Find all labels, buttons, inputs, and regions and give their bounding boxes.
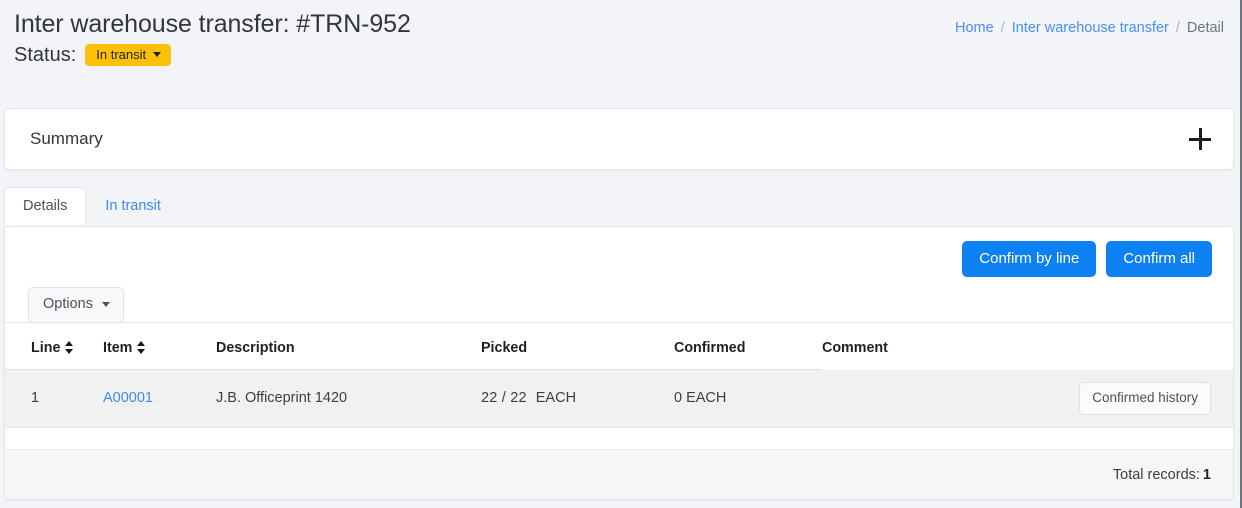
column-header-item[interactable]: Item [103, 323, 216, 370]
column-header-item-label: Item [103, 340, 132, 356]
page-header: Inter warehouse transfer: #TRN-952 Statu… [0, 0, 1240, 92]
confirm-all-button[interactable]: Confirm all [1106, 241, 1212, 277]
column-header-comment: Comment [822, 323, 1233, 370]
total-records-label: Total records: [1113, 467, 1200, 483]
status-row: Status: In transit [14, 44, 1226, 67]
table-header-row: Line Item Description Picked Confirmed C… [5, 323, 1233, 370]
options-wrapper: Options [28, 287, 124, 323]
column-header-picked: Picked [481, 323, 674, 370]
status-badge[interactable]: In transit [85, 44, 171, 66]
cell-picked: 22 / 22 EACH [481, 370, 674, 428]
summary-title: Summary [30, 129, 1189, 149]
panel-toolbar: Confirm by line Confirm all Options [5, 227, 1233, 323]
picked-quantity: 22 / 22 [481, 390, 527, 406]
total-records-value: 1 [1203, 467, 1211, 483]
picked-unit: EACH [536, 390, 576, 406]
app-viewport: Inter warehouse transfer: #TRN-952 Statu… [0, 0, 1242, 508]
breadcrumb-separator: / [1001, 20, 1005, 36]
item-link[interactable]: A00001 [103, 390, 153, 406]
confirm-by-line-button[interactable]: Confirm by line [962, 241, 1096, 277]
cell-description: J.B. Officeprint 1420 [216, 370, 481, 428]
chevron-down-icon [102, 302, 110, 307]
confirmed-history-button[interactable]: Confirmed history [1079, 382, 1211, 415]
plus-icon[interactable] [1189, 128, 1211, 150]
table-row[interactable]: 1 A00001 J.B. Officeprint 1420 22 / 22 EA… [5, 370, 1233, 428]
breadcrumb-item-home[interactable]: Home [955, 20, 994, 36]
status-label: Status: [14, 44, 76, 67]
column-header-line-label: Line [31, 340, 60, 356]
panel-footer: Total records:1 [5, 449, 1233, 499]
breadcrumb-item-section[interactable]: Inter warehouse transfer [1012, 20, 1169, 36]
transfer-lines-table: Line Item Description Picked Confirmed C… [5, 323, 1233, 428]
sort-icon[interactable] [137, 341, 146, 354]
tab-bar: Details In transit [4, 187, 180, 224]
chevron-down-icon [153, 52, 161, 57]
breadcrumb-item-current: Detail [1187, 20, 1224, 36]
details-panel: Confirm by line Confirm all Options Line [4, 226, 1234, 500]
column-header-description: Description [216, 323, 481, 370]
table-body: 1 A00001 J.B. Officeprint 1420 22 / 22 EA… [5, 370, 1233, 428]
breadcrumb-separator: / [1176, 20, 1180, 36]
options-button-label: Options [43, 296, 93, 313]
action-buttons: Confirm by line Confirm all [962, 241, 1212, 277]
table-area: Line Item Description Picked Confirmed C… [5, 323, 1233, 428]
cell-line: 1 [5, 370, 103, 428]
summary-card[interactable]: Summary [4, 108, 1234, 170]
tab-in-transit[interactable]: In transit [86, 187, 180, 224]
title-block: Inter warehouse transfer: #TRN-952 Statu… [14, 8, 1226, 67]
column-header-line[interactable]: Line [5, 323, 103, 370]
tab-details[interactable]: Details [4, 187, 86, 225]
table-head: Line Item Description Picked Confirmed C… [5, 323, 1233, 370]
status-badge-label: In transit [96, 48, 146, 61]
cell-item: A00001 [103, 370, 216, 428]
cell-comment: Confirmed history [822, 370, 1233, 428]
cell-confirmed: 0 EACH [674, 370, 822, 428]
breadcrumb: Home / Inter warehouse transfer / Detail [955, 20, 1224, 36]
options-button[interactable]: Options [28, 287, 124, 323]
column-header-confirmed: Confirmed [674, 323, 822, 370]
sort-icon[interactable] [65, 341, 74, 354]
